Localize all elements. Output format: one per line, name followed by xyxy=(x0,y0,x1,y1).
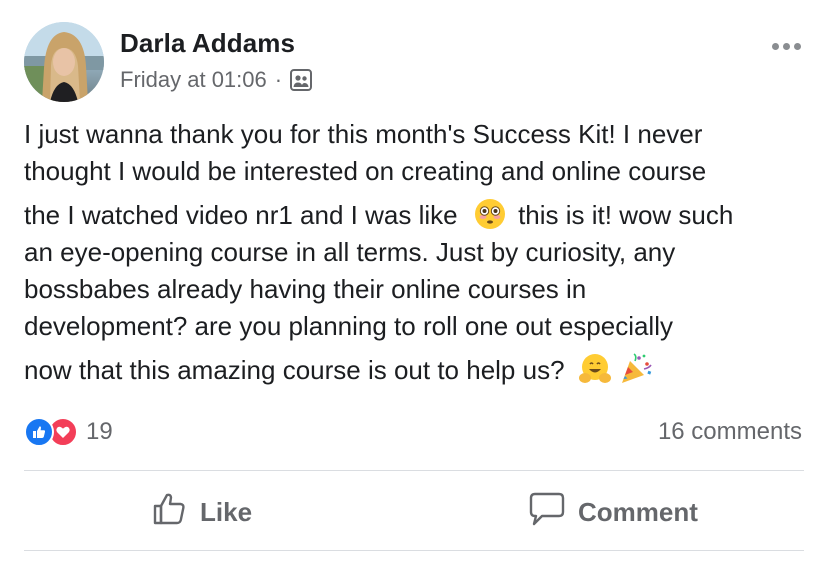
like-reaction-icon xyxy=(24,417,54,447)
like-button[interactable]: Like xyxy=(152,488,252,536)
post-text-line-with-emoji: the I watched video nr1 and I was like t… xyxy=(24,197,814,234)
post-text-segment: now that this amazing course is out to h… xyxy=(24,355,565,385)
more-dot xyxy=(782,42,790,50)
reaction-count: 19 xyxy=(86,418,113,445)
post-text-segment: the I watched video nr1 and I was like xyxy=(24,200,458,230)
more-dot xyxy=(771,42,779,50)
hugging-face-emoji xyxy=(578,352,612,386)
avatar[interactable] xyxy=(24,22,104,102)
group-privacy-icon[interactable] xyxy=(290,69,313,91)
post-text-segment: this is it! wow such xyxy=(518,200,734,230)
meta-separator: · xyxy=(274,67,283,92)
post-text-line: I just wanna thank you for this month's … xyxy=(24,119,703,149)
post-text-line: an eye-opening course in all terms. Just… xyxy=(24,237,676,267)
post-text-line: bossbabes already having their online co… xyxy=(24,274,587,304)
party-popper-emoji xyxy=(619,352,653,386)
speech-bubble-icon xyxy=(528,491,566,534)
post-text-line: development? are you planning to roll on… xyxy=(24,311,673,341)
divider xyxy=(24,470,804,471)
comment-button[interactable]: Comment xyxy=(528,488,698,536)
comment-button-label: Comment xyxy=(578,496,698,527)
facebook-post: Darla Addams Friday at 01:06 · I just wa… xyxy=(0,0,828,571)
comment-count[interactable]: 16 comments xyxy=(658,418,802,446)
post-text-line-with-emoji: now that this amazing course is out to h… xyxy=(24,352,814,389)
post-text-line: thought I would be interested on creatin… xyxy=(24,156,707,186)
like-button-label: Like xyxy=(200,496,253,527)
more-dot xyxy=(793,42,801,50)
more-options-button[interactable] xyxy=(768,34,804,58)
post-timestamp[interactable]: Friday at 01:06 xyxy=(120,67,267,93)
reactions-summary[interactable]: 19 xyxy=(24,416,113,448)
flushed-face-emoji xyxy=(473,197,507,231)
thumbs-up-icon xyxy=(152,491,188,534)
divider xyxy=(24,550,804,551)
author-name[interactable]: Darla Addams xyxy=(120,28,295,59)
post-meta: Friday at 01:06 · xyxy=(120,66,313,94)
post-body: I just wanna thank you for this month's … xyxy=(24,116,814,389)
